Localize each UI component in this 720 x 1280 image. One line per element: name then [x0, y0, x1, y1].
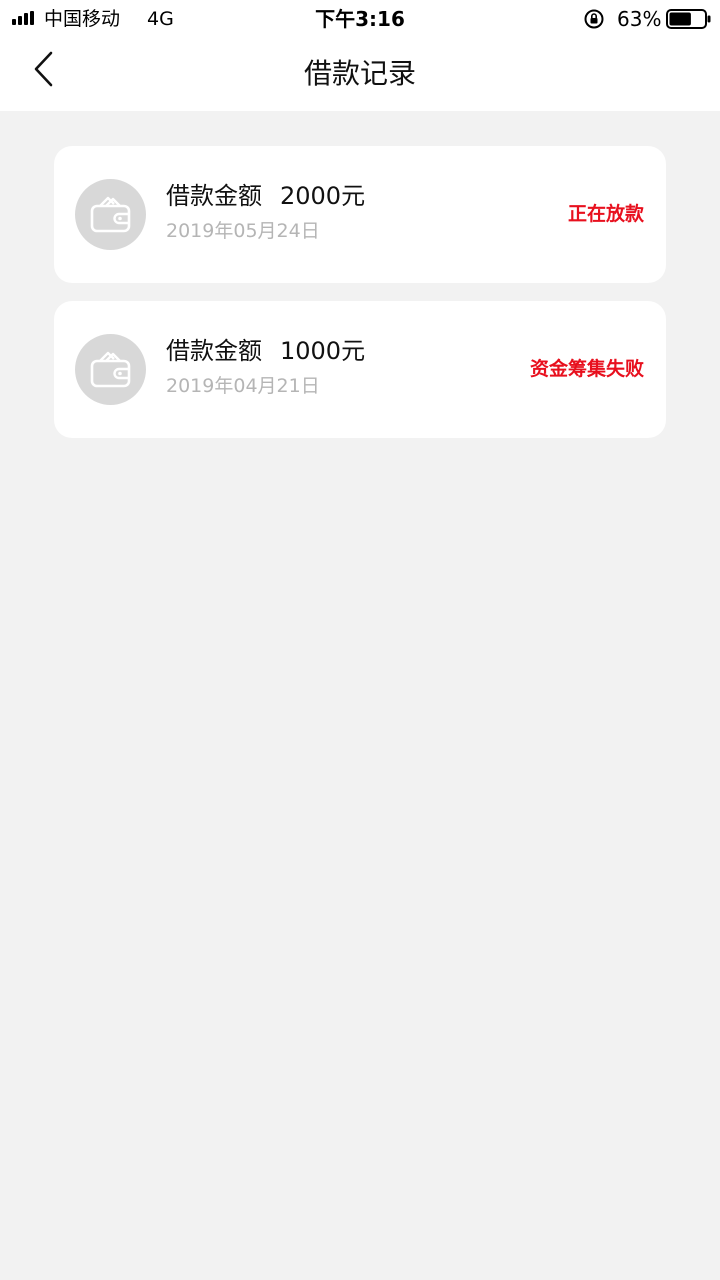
status-time: 下午3:16	[315, 7, 405, 31]
loan-status: 正在放款	[567, 203, 644, 225]
loan-date: 2019年05月24日	[166, 220, 320, 242]
amount-label: 借款金额	[166, 337, 262, 365]
status-bar: 中国移动 4G 下午3:16 63%	[0, 0, 720, 38]
amount-value: 1000元	[280, 337, 366, 365]
loan-amount-line: 借款金额 2000元	[166, 179, 365, 213]
wallet-avatar	[75, 334, 146, 405]
battery-percent: 63%	[617, 7, 662, 31]
nav-bar: 借款记录	[0, 38, 720, 111]
loan-status: 资金筹集失败	[529, 358, 644, 380]
loan-record-card[interactable]: 借款金额 2000元 2019年05月24日 正在放款	[54, 146, 666, 283]
amount-value: 2000元	[280, 182, 366, 210]
wallet-avatar	[75, 179, 146, 250]
loan-record-card[interactable]: 借款金额 1000元 2019年04月21日 资金筹集失败	[54, 301, 666, 438]
wallet-icon	[90, 196, 131, 233]
loan-record-list: 借款金额 2000元 2019年05月24日 正在放款 借款金额 1000元 201…	[54, 146, 666, 456]
rotation-lock-icon	[584, 9, 604, 29]
wallet-icon	[90, 351, 131, 388]
loan-date: 2019年04月21日	[166, 375, 320, 397]
loan-amount-line: 借款金额 1000元	[166, 334, 365, 368]
amount-label: 借款金额	[166, 182, 262, 210]
battery-icon	[666, 9, 711, 29]
page-title: 借款记录	[303, 57, 416, 90]
